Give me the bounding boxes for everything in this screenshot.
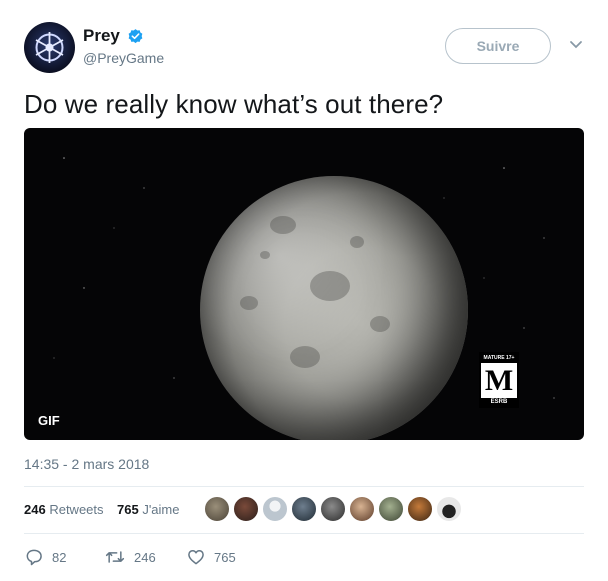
- tweet-text: Do we really know what’s out there?: [24, 89, 444, 119]
- avatar[interactable]: [349, 496, 375, 522]
- reply-icon: [26, 549, 42, 566]
- rating-top-label: MATURE 17+: [481, 354, 517, 363]
- tweet-actions: 82 246 765: [24, 545, 584, 569]
- tweet-timestamp[interactable]: 14:35 - 2 mars 2018: [24, 456, 149, 472]
- reply-button[interactable]: 82: [24, 545, 66, 569]
- gif-badge: GIF: [38, 413, 60, 428]
- display-name[interactable]: Prey: [83, 26, 120, 46]
- likes-label: J'aime: [142, 502, 180, 517]
- tweet-stats: 246 Retweets 765 J'aime: [24, 494, 584, 526]
- avatar[interactable]: [233, 496, 259, 522]
- avatar[interactable]: [320, 496, 346, 522]
- retweets-label: Retweets: [49, 502, 104, 517]
- likes-stat[interactable]: 765 J'aime: [117, 502, 180, 517]
- avatar[interactable]: [291, 496, 317, 522]
- reply-count: 82: [52, 549, 67, 565]
- retweet-icon: [105, 551, 125, 563]
- esrb-rating-badge: MATURE 17+ M ESRB: [479, 352, 519, 408]
- divider: [24, 533, 584, 534]
- avatar[interactable]: [204, 496, 230, 522]
- user-info: Prey @PreyGame: [83, 26, 164, 66]
- tweet-header: Prey @PreyGame Suivre: [24, 22, 594, 78]
- like-button[interactable]: 765: [186, 545, 236, 569]
- moon-image: [200, 176, 468, 440]
- heart-icon: [188, 550, 204, 565]
- avatar[interactable]: [262, 496, 288, 522]
- like-count: 765: [214, 549, 236, 565]
- user-handle[interactable]: @PreyGame: [83, 50, 164, 66]
- follow-button[interactable]: Suivre: [445, 28, 551, 64]
- chevron-down-icon[interactable]: [569, 40, 583, 50]
- verified-badge-icon: [128, 28, 143, 43]
- avatar[interactable]: [378, 496, 404, 522]
- retweets-count: 246: [24, 502, 46, 517]
- prey-logo-icon: [35, 32, 64, 63]
- retweets-stat[interactable]: 246 Retweets: [24, 502, 104, 517]
- tweet-media-gif[interactable]: MATURE 17+ M ESRB GIF: [24, 128, 584, 440]
- rating-letter: M: [484, 364, 514, 397]
- avatar[interactable]: [407, 496, 433, 522]
- retweet-button[interactable]: 246: [104, 545, 156, 569]
- rating-bottom-label: ESRB: [481, 398, 517, 406]
- avatar[interactable]: [24, 22, 75, 73]
- retweet-count: 246: [134, 549, 156, 565]
- divider: [24, 486, 584, 487]
- avatar[interactable]: [436, 496, 462, 522]
- likes-count: 765: [117, 502, 139, 517]
